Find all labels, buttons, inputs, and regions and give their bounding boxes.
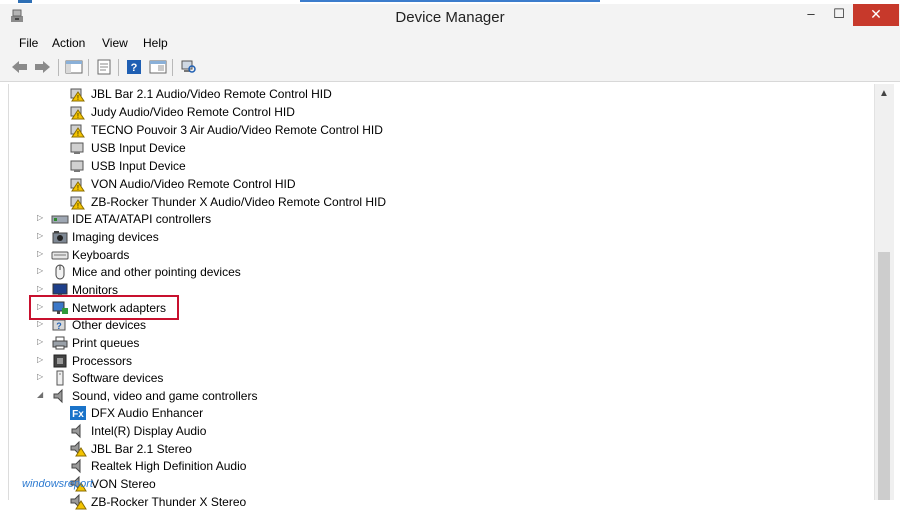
expand-arrow-icon[interactable]: ▷: [37, 266, 45, 275]
tree-item-label: JBL Bar 2.1 Audio/Video Remote Control H…: [91, 87, 332, 101]
tree-item-label: VON Stereo: [91, 477, 156, 491]
menu-file[interactable]: File: [19, 36, 38, 50]
speaker-warning-icon: [70, 441, 87, 457]
highlight-box: [29, 295, 179, 320]
printer-icon: [52, 336, 68, 350]
tree-item-label: USB Input Device: [91, 141, 186, 155]
tree-item-label: JBL Bar 2.1 Stereo: [91, 442, 192, 456]
tree-item-label: Mice and other pointing devices: [72, 265, 241, 279]
keyboard-icon: [51, 251, 69, 260]
svg-text:!: !: [77, 185, 79, 192]
hid-warning-icon: !: [70, 196, 85, 210]
menu-help[interactable]: Help: [143, 36, 168, 50]
toolbar: ?: [0, 54, 900, 82]
tree-item-label: Keyboards: [72, 248, 130, 262]
speaker-icon: [71, 423, 81, 439]
expand-arrow-icon[interactable]: ▷: [37, 213, 45, 222]
speaker-warning-icon: [70, 494, 87, 510]
tree-item-label: Imaging devices: [72, 230, 159, 244]
scrollbar-thumb[interactable]: [878, 252, 890, 500]
window-title: Device Manager: [395, 9, 505, 26]
vertical-scrollbar[interactable]: ▲: [874, 84, 894, 500]
svg-text:?: ?: [56, 321, 62, 331]
minimize-button[interactable]: –: [797, 4, 825, 26]
tree-item-label: Processors: [72, 354, 133, 368]
hid-device-icon: [70, 142, 84, 154]
taskbar-edge: [18, 0, 32, 3]
tree-item-label: Other devices: [72, 318, 147, 332]
tree-item-label: TECNO Pouvoir 3 Air Audio/Video Remote C…: [91, 123, 383, 137]
tree-item-label: IDE ATA/ATAPI controllers: [72, 212, 212, 226]
tree-item-label: Intel(R) Display Audio: [91, 424, 207, 438]
collapse-arrow-icon[interactable]: ◢: [37, 390, 45, 399]
show-hide-console-tree-icon[interactable]: [65, 59, 83, 75]
expand-arrow-icon[interactable]: ▷: [37, 231, 45, 240]
tree-item-label: USB Input Device: [91, 159, 186, 173]
forward-arrow-icon[interactable]: [33, 59, 51, 75]
accent-line: [300, 0, 600, 2]
svg-text:!: !: [77, 95, 79, 102]
title-bar[interactable]: Device Manager – ☐ ✕: [0, 4, 900, 32]
scan-for-hardware-changes-icon[interactable]: [179, 59, 197, 75]
menu-action[interactable]: Action: [52, 36, 85, 50]
view-icon[interactable]: [149, 59, 167, 75]
tree-item-label: ZB-Rocker Thunder X Audio/Video Remote C…: [91, 195, 387, 209]
toolbar-separator: [58, 59, 59, 76]
toolbar-separator: [88, 59, 89, 76]
software-device-icon: [56, 370, 64, 386]
tree-item-label: DFX Audio Enhancer: [91, 406, 204, 420]
toolbar-separator: [172, 59, 173, 76]
scroll-up-arrow-icon[interactable]: ▲: [879, 88, 889, 99]
processor-icon: [53, 354, 67, 368]
expand-arrow-icon[interactable]: ▷: [37, 337, 45, 346]
tree-item-label: Print queues: [72, 336, 140, 350]
maximize-button[interactable]: ☐: [825, 4, 853, 26]
device-tree[interactable]: ! JBL Bar 2.1 Audio/Video Remote Control…: [8, 84, 875, 510]
svg-text:!: !: [77, 113, 79, 120]
tree-item-label: VON Audio/Video Remote Control HID: [91, 177, 296, 191]
toolbar-separator: [118, 59, 119, 76]
expand-arrow-icon[interactable]: ▷: [37, 249, 45, 258]
expand-arrow-icon[interactable]: ▷: [37, 284, 45, 293]
hid-device-icon: [70, 160, 84, 172]
tree-item-label: Judy Audio/Video Remote Control HID: [91, 105, 295, 119]
close-button[interactable]: ✕: [853, 4, 899, 26]
help-icon[interactable]: ?: [125, 59, 143, 75]
svg-text:Fx: Fx: [72, 409, 84, 420]
menu-view[interactable]: View: [102, 36, 128, 50]
svg-text:?: ?: [131, 62, 138, 74]
hid-warning-icon: !: [70, 124, 85, 138]
tree-item-label: Software devices: [72, 371, 164, 385]
properties-icon[interactable]: [95, 59, 113, 75]
hid-warning-icon: !: [70, 88, 85, 102]
back-arrow-icon[interactable]: [11, 59, 29, 75]
tree-item-label: Realtek High Definition Audio: [91, 459, 247, 473]
tree-item-label: Sound, video and game controllers: [72, 389, 258, 403]
svg-text:!: !: [77, 203, 79, 210]
expand-arrow-icon[interactable]: ▷: [37, 355, 45, 364]
dfx-fx-icon: Fx: [70, 406, 86, 420]
speaker-icon: [71, 458, 81, 474]
mouse-icon: [55, 264, 65, 280]
hid-warning-icon: !: [70, 178, 85, 192]
ide-controller-icon: [51, 215, 69, 224]
expand-arrow-icon[interactable]: ▷: [37, 372, 45, 381]
tree-item-label: ZB-Rocker Thunder X Stereo: [91, 495, 247, 509]
menu-bar: File Action View Help: [0, 32, 900, 54]
watermark-logo: windowsreport: [22, 478, 93, 490]
speaker-icon: [53, 388, 63, 404]
svg-text:!: !: [77, 131, 79, 138]
imaging-device-icon: [52, 231, 68, 244]
expand-arrow-icon[interactable]: ▷: [37, 319, 45, 328]
hid-warning-icon: !: [70, 106, 85, 120]
